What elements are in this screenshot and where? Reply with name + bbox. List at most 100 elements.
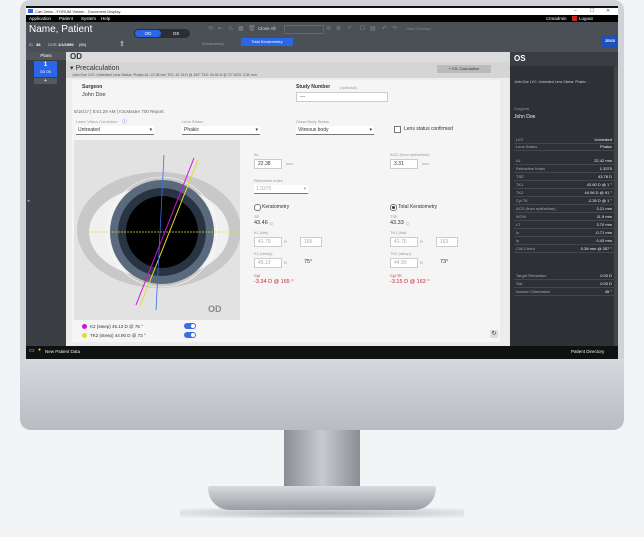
glass-body-select[interactable]: Vitreous body ▾ [296,126,374,135]
keratometry-radio[interactable] [254,204,261,211]
close-all-button[interactable]: Close All [258,26,276,31]
os-toggle[interactable]: OS [163,30,189,37]
lens-status-select[interactable]: Phakic ▾ [182,126,260,135]
k1-label: K1 (flat) [254,230,269,235]
k1-input[interactable]: 41.79 [254,237,282,247]
acd-input[interactable]: 3.31 [390,159,418,169]
os-row-ri: Refractive Index 1.3375 [514,165,614,173]
plans-label: Plans [26,52,66,60]
shrink-icon[interactable]: ⇤ [218,25,223,32]
os-row-value: 0.43 mm [596,238,612,243]
k2-input[interactable]: 45.13 [254,258,282,268]
refractive-index-label: Refractive Index [254,178,283,183]
info-icon[interactable]: ⓘ [122,118,127,125]
os-scrollbar[interactable] [614,66,618,346]
plan-card[interactable]: 1 OD OS [34,61,57,77]
k2-axis: 75° [304,259,313,265]
bottom-taskbar: ▭ ● New Patient Data Patient Directory [26,346,618,357]
os-panel: OS John Doe LVC: Untreated Lens Status: … [510,52,618,346]
tk2-toggle[interactable] [184,332,196,338]
monitor-neck [284,430,360,488]
menu-help[interactable]: Help [101,15,110,22]
folder-icon[interactable]: ▭ [29,347,35,354]
layout-icon[interactable]: ☐ [360,25,365,32]
k2-toggle[interactable] [184,323,196,329]
lens-confirm-checkbox[interactable] [394,126,401,133]
logout-link[interactable]: Logout [579,15,593,22]
precalc-body: Surgeon John Doe Study Number (optional)… [72,80,500,342]
surgeon-field[interactable]: John Doe [82,92,270,98]
total-keratometry-radio-label: Total Keratometry [398,204,438,210]
od-toggle[interactable]: OD [135,30,161,37]
os-row-value: 1.3375 [599,166,612,171]
tk2-input[interactable]: 44.90 [390,258,418,268]
os-row-cw-chord: CW-Chord 0.38 mm @ 357 ° [514,245,614,253]
eye-photo [77,154,241,311]
precalc-title[interactable]: ▾ Precalculation [70,64,119,72]
al-input[interactable]: 22.38 [254,159,282,169]
k1-unit: D [284,239,287,244]
search-icon[interactable]: ⌕ [348,25,351,32]
rotate-icon[interactable]: ⟲ [208,25,213,32]
minimize-button[interactable]: – [574,8,577,15]
patient-directory-link[interactable]: Patient Directory [571,346,604,357]
zoom-out-icon[interactable]: ⊖ [326,25,331,32]
al-unit: mm [286,161,293,166]
redo-icon[interactable]: ↷ [392,25,397,32]
warning-icon[interactable]: ⚠ [228,25,233,32]
new-patient-data-link[interactable]: New Patient Data [45,346,80,357]
k1-axis-input[interactable]: 165 [300,237,322,247]
zoom-in-icon[interactable]: ⊕ [336,25,341,32]
trash-icon[interactable]: 🗑 [248,25,256,32]
os-row-key: TK2 [516,190,524,195]
tk1-input[interactable]: 41.76 [390,237,418,247]
undo-icon[interactable]: ↶ [382,25,387,32]
tk2-legend: TK2 (steep) 44.90 D @ 73 ° [90,333,146,338]
os-row-key: LT [516,222,521,227]
precalc-summary: John Doe LVC: Untreated Lens Status: Pha… [72,73,257,77]
collapse-arrow-icon[interactable]: ◂ [27,198,30,204]
menu-system[interactable]: System [81,15,96,22]
add-plan-button[interactable]: + [34,78,57,84]
menu-application[interactable]: Application [29,15,51,22]
iol-calculation-button[interactable]: + IOL Calculation [437,65,491,73]
hide-overlays-button[interactable]: Hide Overlays [406,26,431,31]
maximize-button[interactable]: ☐ [590,8,594,15]
menu-patient[interactable]: Patient [59,15,73,22]
tk2-color-dot [82,333,87,338]
eye-toggle: OD OS [134,29,190,38]
study-number-input[interactable]: --- [296,92,388,102]
os-row-lt: LT 3.70 mm [514,221,614,229]
os-row-cyl-tk: Cyl TK -2.35 D @ 1 ° [514,197,614,205]
eye-image: OD [74,140,241,320]
refresh-icon[interactable]: ↻ [490,330,498,338]
tab-keratometry[interactable]: Keratometry [202,41,224,46]
grid-icon[interactable]: ▤ [370,25,376,32]
plan-number: 1 [43,62,48,68]
patient-name: Name, Patient [29,24,93,35]
cyl-tk-value: -3.15 D @ 163 ° [390,279,430,285]
od-title: OD [70,52,82,61]
upload-icon[interactable]: ⇧ [119,40,125,48]
od-title-bar: OD [66,52,510,62]
lvc-select[interactable]: Untreated ▾ [76,126,154,135]
refractive-index-select[interactable]: 1.3375 ▾ [254,185,308,194]
os-row-key: SIA [516,281,523,286]
tk1-axis-input[interactable]: 163 [436,237,458,247]
patient-id-label: ID [29,42,33,47]
keratometry-radio-label: Keratometry [262,204,290,210]
chart-icon[interactable]: ▦ [238,25,244,32]
os-row-key: CW-Chord [516,246,535,251]
view-dropdown[interactable] [284,25,324,34]
close-window-button[interactable]: ✕ [606,8,610,15]
tk1-unit: D [420,239,423,244]
os-row-al: AL 22.42 mm [514,157,614,165]
k2-unit: D [284,260,287,265]
os-row-sia: SIA 0.00 D [514,280,614,288]
total-keratometry-radio[interactable] [390,204,397,211]
lightbulb-icon: ● [38,347,42,353]
tab-total-keratometry[interactable]: Total Keratometry [241,38,293,46]
os-row-tk2: TK2 44.96 D @ 91 ° [514,189,614,197]
chevron-down-icon: ▾ [255,127,258,133]
os-row-wtw: WTW 11.9 mm [514,213,614,221]
